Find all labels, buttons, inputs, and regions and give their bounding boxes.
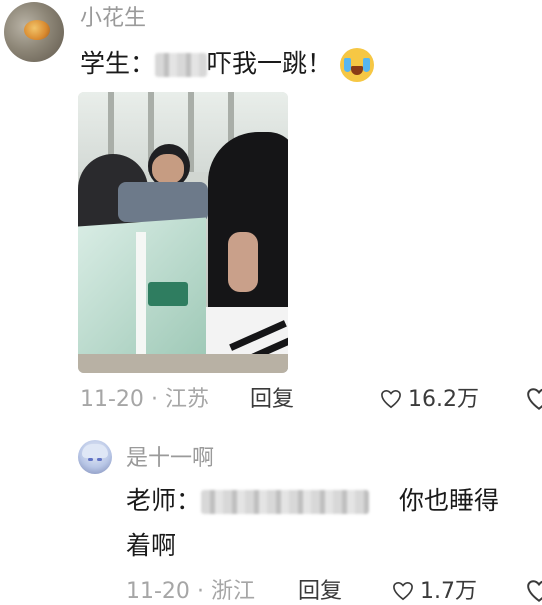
username-reply[interactable]: 是十一啊	[126, 446, 214, 472]
reply-text-end: 你也睡得	[399, 486, 500, 515]
crying-laughing-emoji-icon	[340, 48, 375, 82]
like-button-main[interactable]: 16.2万	[380, 387, 479, 413]
like-button-reply[interactable]: 1.7万	[392, 579, 477, 605]
username-main[interactable]: 小花生	[80, 6, 146, 32]
reply-date: 11-20	[126, 579, 190, 604]
heart-icon	[393, 581, 413, 601]
reply-location: 浙江	[210, 579, 255, 604]
book-pages	[136, 232, 146, 362]
book-cover-label	[148, 282, 188, 306]
dislike-icon[interactable]	[526, 579, 542, 603]
comment-date: 11-20	[80, 387, 144, 412]
like-count-reply: 1.7万	[420, 579, 477, 604]
teacher-body	[118, 182, 208, 222]
meta-separator: ·	[150, 387, 158, 412]
comment-location: 江苏	[164, 387, 209, 412]
teacher-face	[152, 154, 184, 184]
comment-text-main: 学生： 吓我一跳！	[80, 48, 375, 82]
like-count-main: 16.2万	[408, 387, 479, 412]
blurred-text	[155, 53, 208, 77]
avatar-image	[24, 20, 50, 40]
student-ear	[228, 232, 258, 292]
user-avatar-main[interactable]	[4, 2, 64, 62]
reply-prefix: 老师：	[126, 486, 202, 515]
comment-meta-main: 11-20 · 江苏	[80, 387, 209, 413]
dislike-icon[interactable]	[526, 387, 542, 413]
reply-text-line1: 老师： 你也睡得	[126, 485, 499, 517]
reply-text-line2: 着啊	[126, 531, 177, 560]
comment-meta-reply: 11-20 · 浙江	[126, 579, 255, 605]
blurred-text	[201, 490, 370, 514]
meta-separator: ·	[196, 579, 204, 604]
reply-button-main[interactable]: 回复	[250, 387, 294, 413]
comment-prefix: 学生：	[80, 49, 156, 78]
comment-photo[interactable]	[78, 92, 288, 373]
reply-button-reply[interactable]: 回复	[298, 579, 342, 605]
comment-suffix: 吓我一跳！	[207, 49, 333, 78]
user-avatar-reply[interactable]	[78, 440, 112, 474]
avatar-image	[82, 444, 108, 458]
desk	[78, 354, 288, 373]
heart-icon	[381, 389, 401, 409]
